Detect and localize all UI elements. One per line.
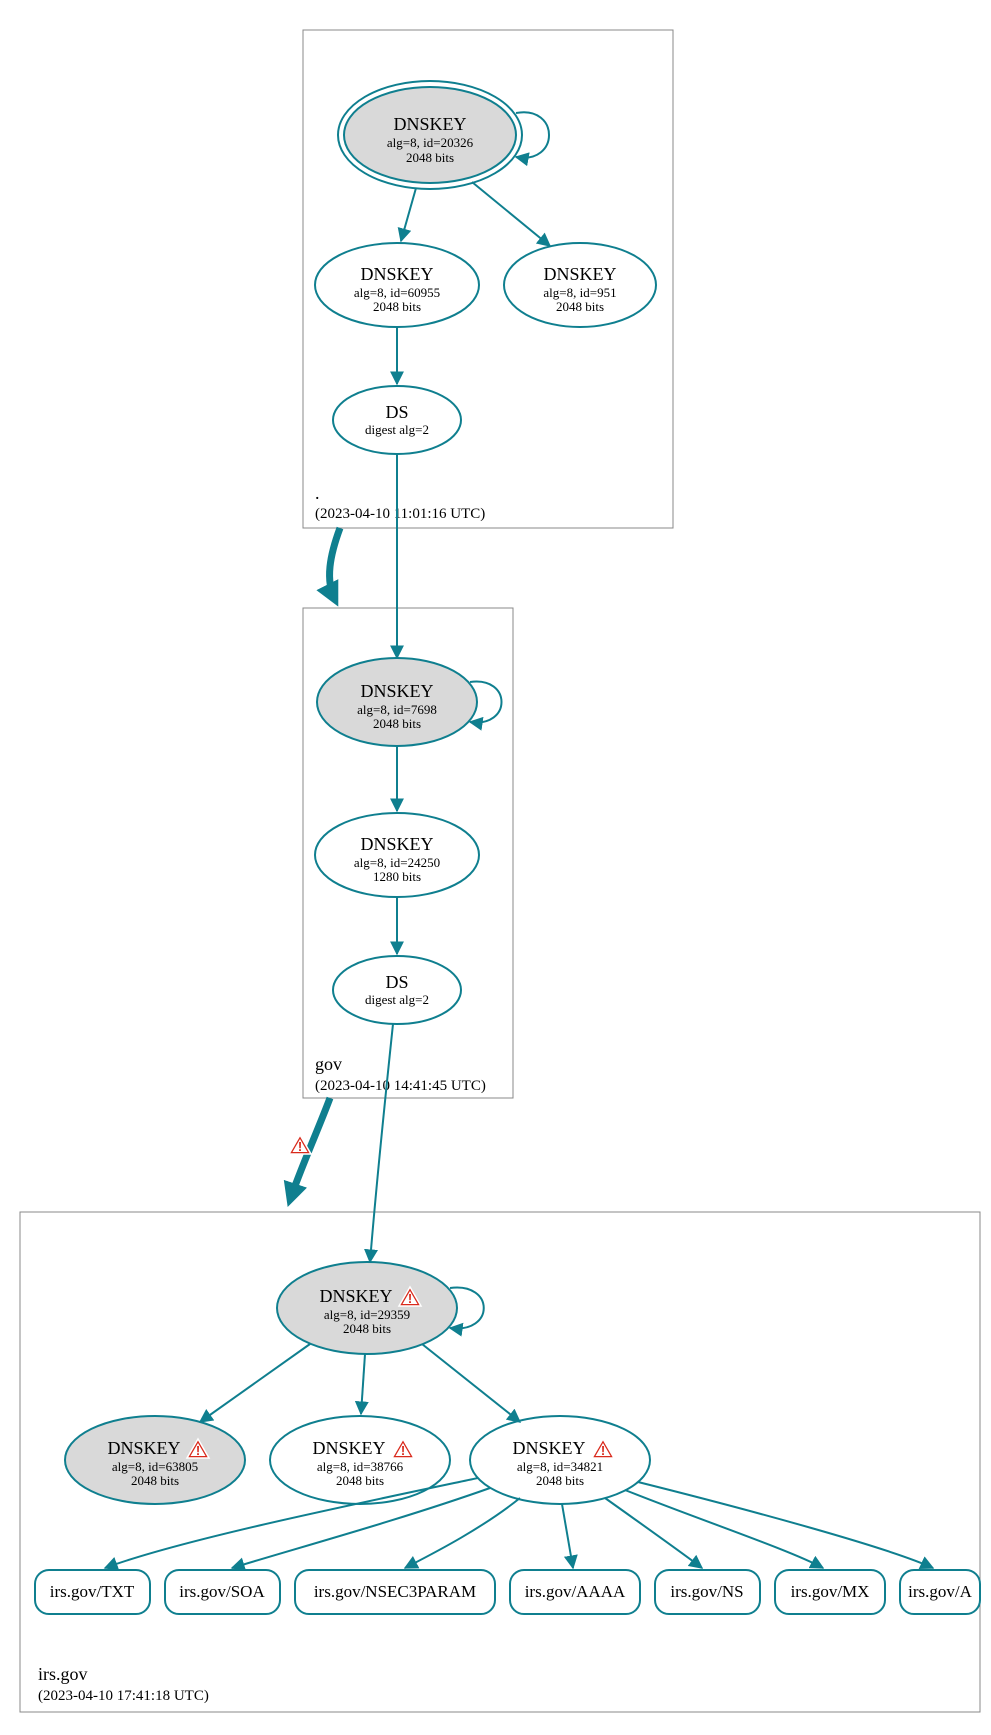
svg-text:alg=8, id=60955: alg=8, id=60955 [354, 285, 440, 300]
svg-text:2048 bits: 2048 bits [373, 299, 421, 314]
svg-text:DNSKEY: DNSKEY [319, 1286, 392, 1306]
edge-k4-a [638, 1482, 933, 1568]
zone-ts-root: (2023-04-10 11:01:16 UTC) [315, 506, 485, 522]
rrset-soa[interactable]: irs.gov/SOA [165, 1570, 280, 1614]
svg-text:alg=8, id=38766: alg=8, id=38766 [317, 1459, 404, 1474]
edge-irsksk-k4 [422, 1344, 520, 1422]
zone-name-gov: gov [315, 1054, 342, 1074]
svg-text:alg=8, id=63805: alg=8, id=63805 [112, 1459, 198, 1474]
svg-text:DNSKEY: DNSKEY [393, 114, 466, 134]
svg-text:DS: DS [385, 402, 408, 422]
edge-irsksk-k2 [200, 1344, 310, 1422]
zone-ts-gov: (2023-04-10 14:41:45 UTC) [315, 1078, 486, 1094]
svg-text:2048 bits: 2048 bits [343, 1321, 391, 1336]
node-gov-ksk[interactable]: DNSKEY alg=8, id=7698 2048 bits [317, 658, 477, 746]
rrset-a[interactable]: irs.gov/A [900, 1570, 980, 1614]
edge-govds-irsksk [370, 1024, 393, 1262]
rrset-n3p[interactable]: irs.gov/NSEC3PARAM [295, 1570, 495, 1614]
zone-ts-irs: (2023-04-10 17:41:18 UTC) [38, 1688, 209, 1704]
node-irs-k4[interactable]: DNSKEY alg=8, id=34821 2048 bits [470, 1416, 650, 1504]
svg-text:DNSKEY: DNSKEY [360, 681, 433, 701]
rrset-mx[interactable]: irs.gov/MX [775, 1570, 885, 1614]
svg-text:alg=8, id=7698: alg=8, id=7698 [357, 702, 437, 717]
edge-k4-aaaa [562, 1504, 573, 1568]
edge-k4-n3p [405, 1498, 520, 1568]
svg-text:2048 bits: 2048 bits [131, 1473, 179, 1488]
svg-text:irs.gov/MX: irs.gov/MX [791, 1582, 870, 1601]
svg-text:alg=8, id=951: alg=8, id=951 [543, 285, 616, 300]
svg-text:2048 bits: 2048 bits [336, 1473, 384, 1488]
node-root-zsk2[interactable]: DNSKEY alg=8, id=951 2048 bits [504, 243, 656, 327]
rrset-ns[interactable]: irs.gov/NS [655, 1570, 760, 1614]
svg-text:2048 bits: 2048 bits [406, 150, 454, 165]
svg-text:alg=8, id=24250: alg=8, id=24250 [354, 855, 440, 870]
svg-text:irs.gov/A: irs.gov/A [908, 1582, 972, 1601]
svg-text:irs.gov/SOA: irs.gov/SOA [179, 1582, 265, 1601]
svg-text:alg=8, id=29359: alg=8, id=29359 [324, 1307, 410, 1322]
edge-rootksk-zsk2 [472, 182, 550, 246]
svg-text:2048 bits: 2048 bits [373, 716, 421, 731]
svg-text:DNSKEY: DNSKEY [312, 1438, 385, 1458]
svg-text:alg=8, id=34821: alg=8, id=34821 [517, 1459, 603, 1474]
rrset-txt[interactable]: irs.gov/TXT [35, 1570, 150, 1614]
svg-text:digest alg=2: digest alg=2 [365, 422, 429, 437]
zone-name-root: . [315, 483, 320, 503]
zone-name-irs: irs.gov [38, 1664, 88, 1684]
edge-k4-mx [625, 1490, 823, 1568]
node-root-zsk1[interactable]: DNSKEY alg=8, id=60955 2048 bits [315, 243, 479, 327]
edge-zone-root-gov [330, 528, 340, 600]
edge-self-root [516, 112, 549, 157]
node-irs-k3[interactable]: DNSKEY alg=8, id=38766 2048 bits [270, 1416, 450, 1504]
svg-text:irs.gov/NSEC3PARAM: irs.gov/NSEC3PARAM [314, 1582, 476, 1601]
svg-text:irs.gov/TXT: irs.gov/TXT [50, 1582, 135, 1601]
node-irs-ksk[interactable]: DNSKEY alg=8, id=29359 2048 bits [277, 1262, 457, 1354]
node-root-ksk[interactable]: DNSKEY alg=8, id=20326 2048 bits [338, 81, 522, 189]
node-irs-k2[interactable]: DNSKEY alg=8, id=63805 2048 bits [65, 1416, 245, 1504]
svg-text:DNSKEY: DNSKEY [360, 264, 433, 284]
node-gov-zsk[interactable]: DNSKEY alg=8, id=24250 1280 bits [315, 813, 479, 897]
node-gov-ds[interactable]: DS digest alg=2 [333, 956, 461, 1024]
svg-text:2048 bits: 2048 bits [536, 1473, 584, 1488]
svg-text:1280 bits: 1280 bits [373, 869, 421, 884]
svg-text:DNSKEY: DNSKEY [107, 1438, 180, 1458]
svg-text:DNSKEY: DNSKEY [543, 264, 616, 284]
node-root-ds[interactable]: DS digest alg=2 [333, 386, 461, 454]
svg-text:DNSKEY: DNSKEY [512, 1438, 585, 1458]
svg-text:alg=8, id=20326: alg=8, id=20326 [387, 135, 474, 150]
edge-irsksk-k3 [361, 1354, 365, 1414]
edge-rootksk-zsk1 [401, 188, 416, 241]
edge-k4-ns [605, 1498, 702, 1568]
svg-text:irs.gov/NS: irs.gov/NS [670, 1582, 743, 1601]
dnssec-graph: ! . (2023-04-10 11:01:16 UTC) DNSKEY alg… [0, 0, 991, 1735]
svg-text:DS: DS [385, 972, 408, 992]
svg-text:irs.gov/AAAA: irs.gov/AAAA [525, 1582, 626, 1601]
svg-text:DNSKEY: DNSKEY [360, 834, 433, 854]
rrset-aaaa[interactable]: irs.gov/AAAA [510, 1570, 640, 1614]
svg-text:digest alg=2: digest alg=2 [365, 992, 429, 1007]
svg-text:2048 bits: 2048 bits [556, 299, 604, 314]
